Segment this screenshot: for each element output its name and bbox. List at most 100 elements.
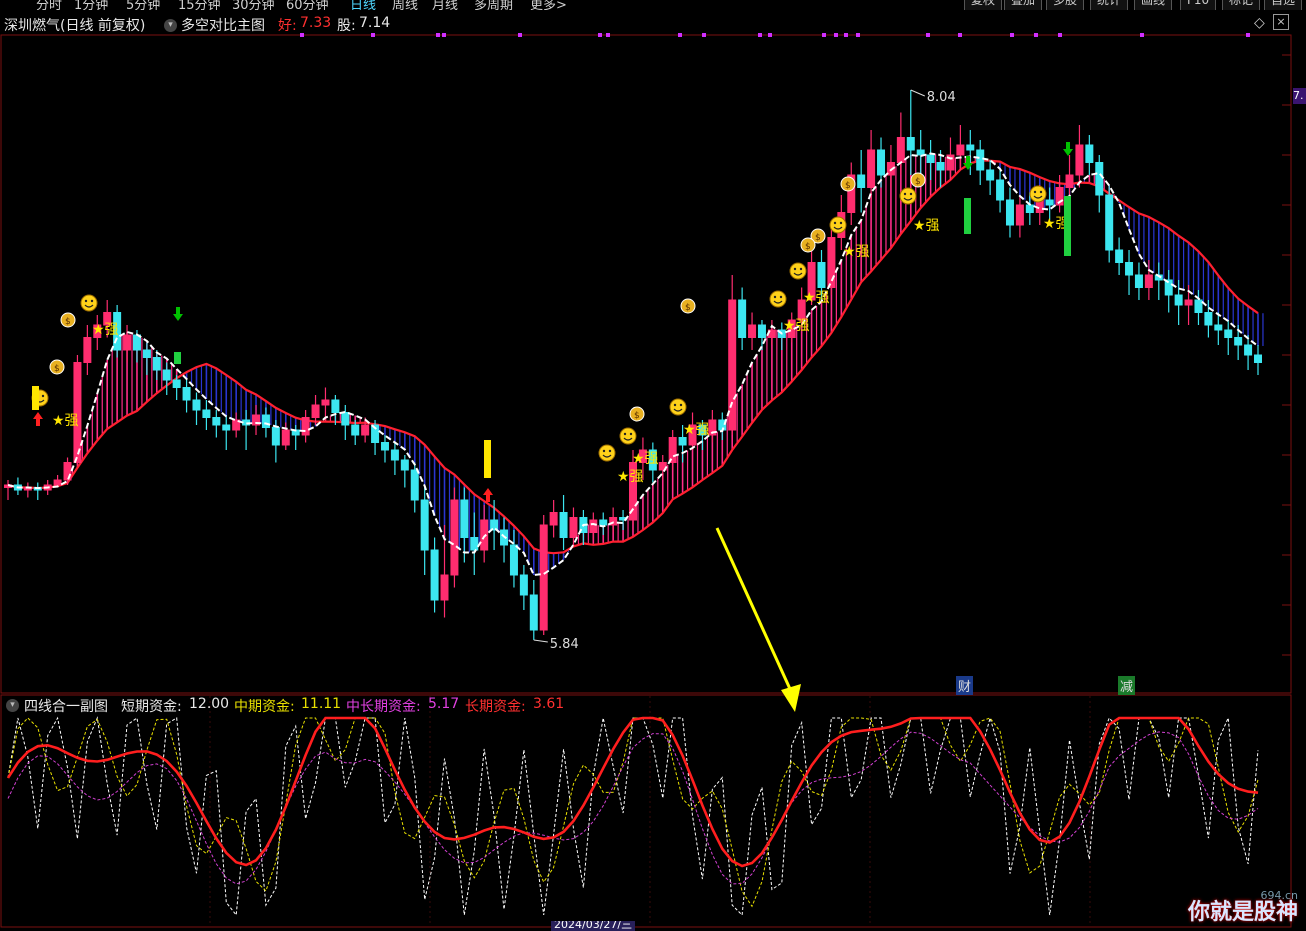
smiley-icon: [769, 290, 787, 308]
candle-body: [450, 499, 459, 576]
candle-body: [222, 424, 231, 431]
candle-body: [1194, 299, 1203, 313]
candle-body: [182, 387, 191, 401]
date-label: 2024/03/27/三: [551, 921, 636, 931]
main-chart[interactable]: 8.045.84$$$$$$$ $★强★强★强★强★强★强★强★强★强 ★强: [0, 0, 1306, 928]
candle-body: [519, 574, 528, 596]
smiley-eye: [839, 221, 843, 225]
candle-body: [162, 369, 171, 381]
candle-body: [1075, 144, 1084, 176]
smiley-eye: [673, 403, 677, 407]
short-label: 短期资金:: [121, 699, 182, 715]
candle-body: [311, 404, 320, 418]
candle-body: [1125, 262, 1134, 276]
event-dot: [1140, 33, 1144, 37]
smiley-icon: [789, 262, 807, 280]
event-dot: [958, 33, 962, 37]
main-panel-frame: [0, 34, 1292, 694]
candle-body: [1254, 354, 1262, 363]
smiley-eye: [1033, 190, 1037, 194]
buy-arrow-icon: [483, 488, 493, 502]
candle-body: [867, 149, 876, 188]
candle-body: [817, 262, 826, 288]
candle-body: [678, 437, 687, 446]
candle-body: [1015, 204, 1024, 226]
high-label: 8.04: [927, 90, 956, 105]
candle-body: [896, 137, 905, 163]
candle-body: [1095, 162, 1104, 196]
smiley-eye: [629, 432, 633, 436]
smiley-eye: [909, 192, 913, 196]
candle-body: [53, 479, 62, 486]
money-bag-glyph: $: [65, 317, 71, 327]
candle-body: [539, 524, 548, 631]
strong-label: ★强: [52, 413, 79, 429]
smiley-eye: [602, 449, 606, 453]
long-fund-line: [6, 716, 1259, 868]
event-dot: [926, 33, 930, 37]
candle-body: [1134, 274, 1143, 288]
candle-body: [916, 149, 925, 156]
candle-body: [410, 469, 419, 501]
candle-body: [529, 594, 538, 631]
sub-title[interactable]: 四线合一副图: [24, 696, 108, 716]
signal-block: [484, 440, 491, 478]
candle-body: [549, 512, 558, 526]
long-value: 3.61: [533, 696, 565, 712]
smiley-eye: [1039, 190, 1043, 194]
smiley-eye: [623, 432, 627, 436]
midlong-value: 5.17: [428, 696, 460, 712]
strong-label: ★强: [783, 318, 810, 334]
candle-body: [123, 334, 132, 351]
candle-body: [509, 544, 518, 576]
candle-body: [757, 324, 766, 338]
candle-body: [470, 537, 479, 551]
reduce-tag[interactable]: 减: [1118, 676, 1136, 695]
smiley-eye: [41, 394, 45, 398]
money-bag-glyph: $: [815, 233, 821, 243]
signal-block: [1064, 196, 1071, 256]
event-dot: [768, 33, 772, 37]
low-pointer: [533, 639, 548, 643]
signal-block: [32, 386, 39, 410]
event-dot: [678, 33, 682, 37]
candle-body: [728, 299, 737, 431]
money-bag-glyph: $: [54, 364, 60, 374]
candle-body: [1115, 249, 1124, 263]
strong-label: ★强: [683, 422, 710, 438]
candle-body: [877, 149, 886, 176]
candle-body: [281, 429, 290, 446]
strong-label: ★强: [843, 244, 870, 260]
candle-body: [857, 174, 866, 188]
midlong-fund-line: [7, 731, 1259, 885]
candle-body: [956, 144, 965, 156]
event-dot: [834, 33, 838, 37]
candle-body: [380, 442, 389, 451]
candle-body: [1144, 274, 1153, 288]
event-dot: [606, 33, 610, 37]
money-bag-glyph: $: [845, 181, 851, 191]
signal-block: [964, 198, 971, 234]
smiley-eye: [773, 295, 777, 299]
candle-body: [480, 519, 489, 551]
candle-body: [351, 424, 360, 436]
low-label: 5.84: [550, 637, 579, 652]
smiley-eye: [84, 299, 88, 303]
candle-body: [906, 137, 915, 151]
candle-body: [152, 357, 161, 371]
mid-label: 中期资金:: [234, 699, 295, 715]
money-bag-glyph: $: [805, 242, 811, 252]
smiley-eye: [679, 403, 683, 407]
candle-body: [1184, 299, 1193, 306]
event-dot: [1058, 33, 1062, 37]
candle-body: [212, 417, 221, 426]
event-dot: [1034, 33, 1038, 37]
finance-tag[interactable]: 财: [956, 676, 974, 695]
candle-body: [1105, 194, 1114, 251]
smiley-eye: [799, 267, 803, 271]
money-bag-glyph: $: [634, 411, 640, 421]
candle-body: [559, 512, 568, 538]
smiley-eye: [608, 449, 612, 453]
event-dot: [442, 33, 446, 37]
candle-body: [261, 414, 270, 428]
